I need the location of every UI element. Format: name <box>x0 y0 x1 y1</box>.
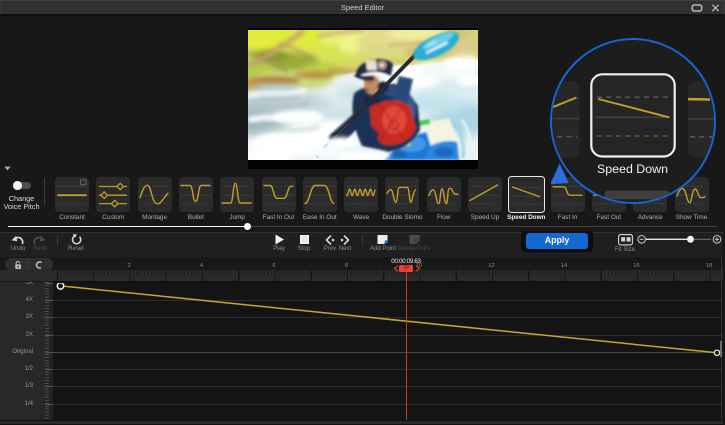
svg-text:Speed Down: Speed Down <box>597 162 668 176</box>
